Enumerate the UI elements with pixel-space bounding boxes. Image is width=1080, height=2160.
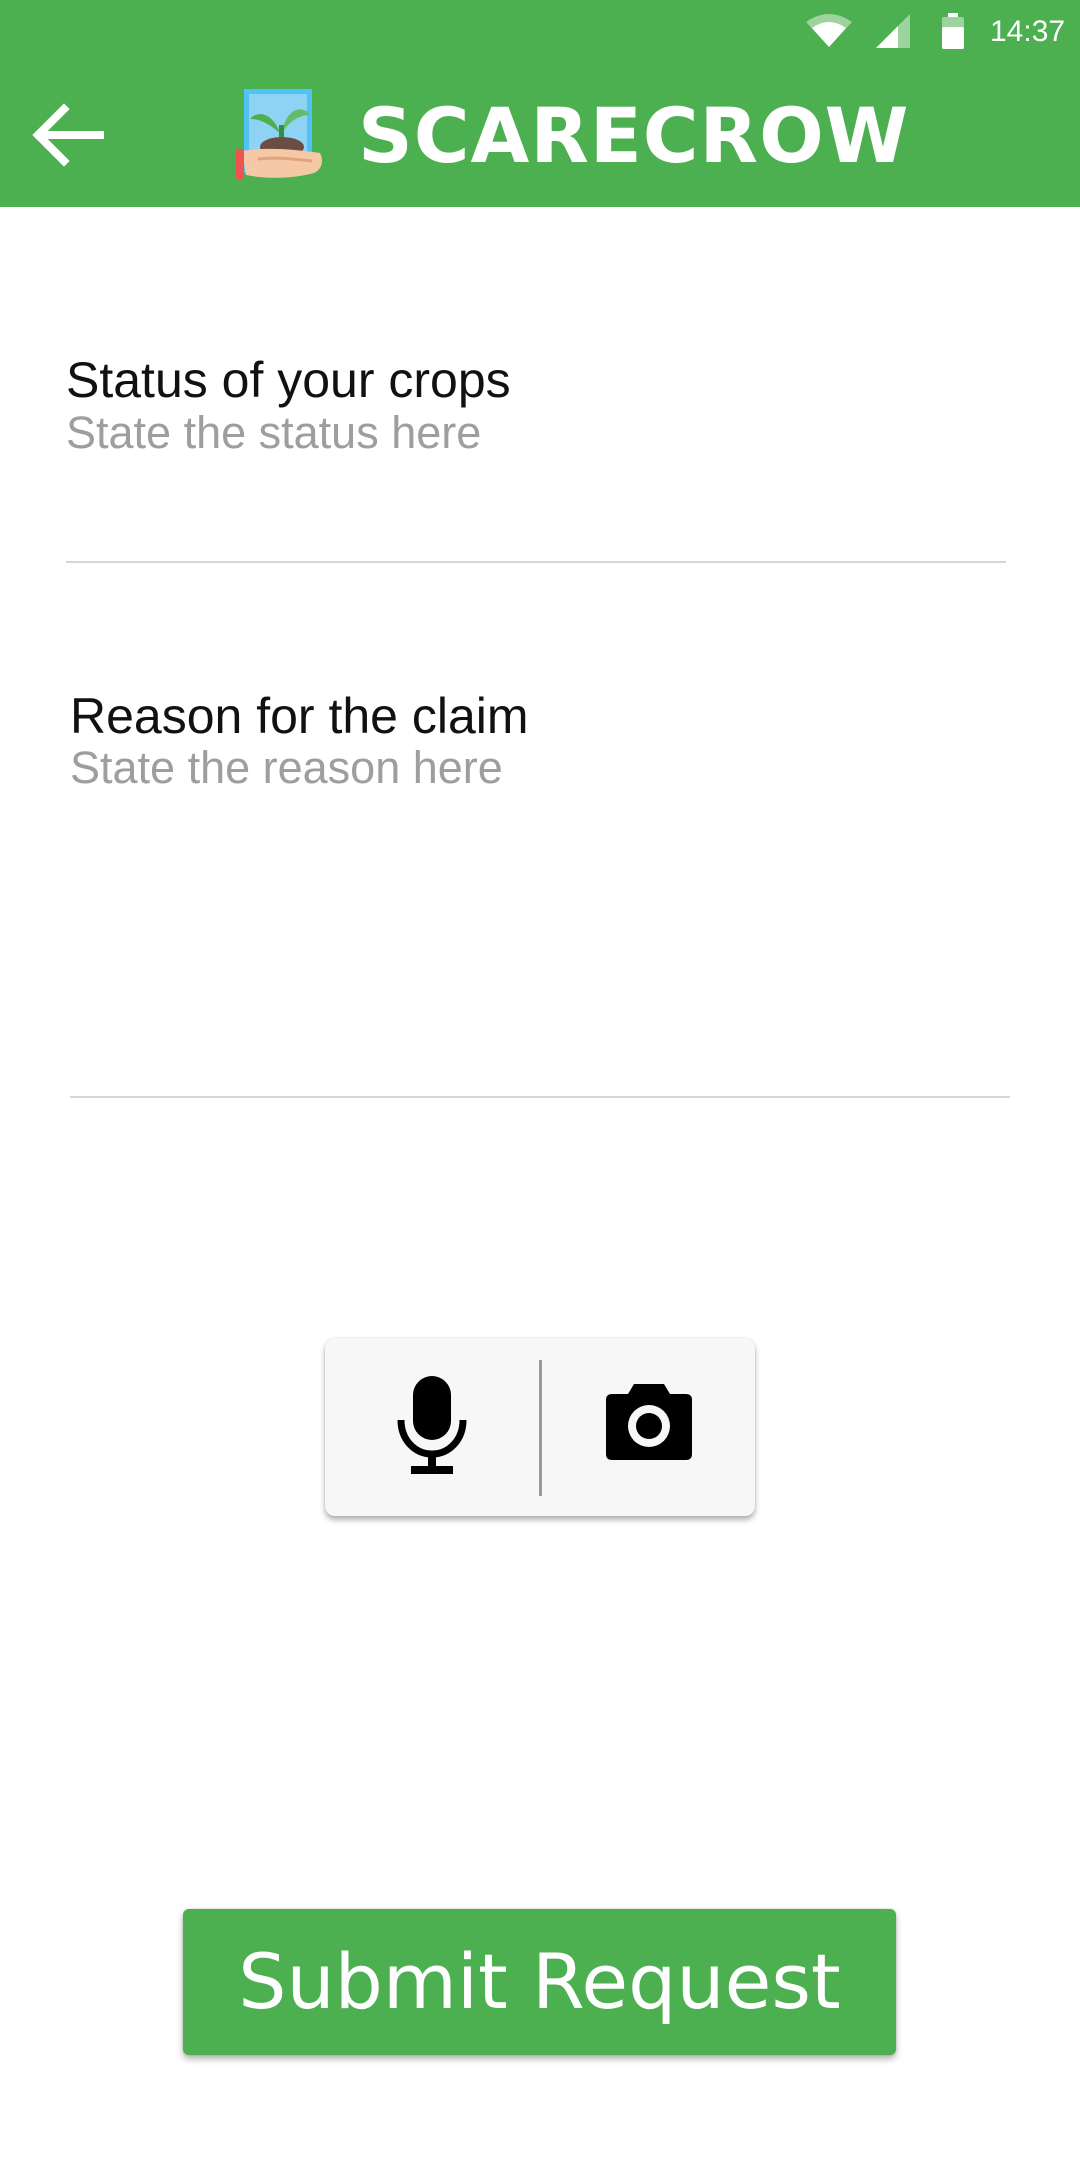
status-bar: 14:37 bbox=[0, 0, 1080, 63]
status-time: 14:37 bbox=[990, 15, 1066, 48]
app-title: SCARECROW bbox=[358, 91, 910, 180]
app-bar: SCARECROW bbox=[0, 63, 1080, 207]
claim-reason-label: Reason for the claim bbox=[70, 688, 529, 744]
claim-reason-field: Reason for the claim bbox=[70, 688, 1010, 1042]
claim-reason-underline bbox=[70, 1096, 1010, 1098]
wifi-icon bbox=[806, 14, 852, 47]
claim-reason-input[interactable] bbox=[70, 742, 1010, 1042]
record-audio-button[interactable] bbox=[325, 1338, 539, 1516]
battery-icon bbox=[942, 13, 964, 49]
camera-icon bbox=[606, 1384, 692, 1460]
media-toolbar bbox=[325, 1338, 755, 1516]
arrow-left-icon bbox=[32, 103, 104, 167]
submit-request-button[interactable]: Submit Request bbox=[183, 1909, 896, 2055]
crop-status-underline bbox=[66, 561, 1006, 563]
crop-status-label: Status of your crops bbox=[66, 352, 511, 408]
back-button[interactable] bbox=[30, 99, 110, 171]
cell-signal-icon bbox=[876, 14, 910, 48]
take-photo-button[interactable] bbox=[542, 1338, 755, 1516]
microphone-icon bbox=[397, 1376, 467, 1474]
hand-holding-seedling-icon bbox=[236, 89, 322, 179]
crop-status-input[interactable] bbox=[66, 408, 1006, 458]
claim-request-screen: 14:37 SCARECROW Status of your crops Sta… bbox=[0, 0, 1080, 2160]
crop-status-field: Status of your crops bbox=[66, 352, 1006, 458]
